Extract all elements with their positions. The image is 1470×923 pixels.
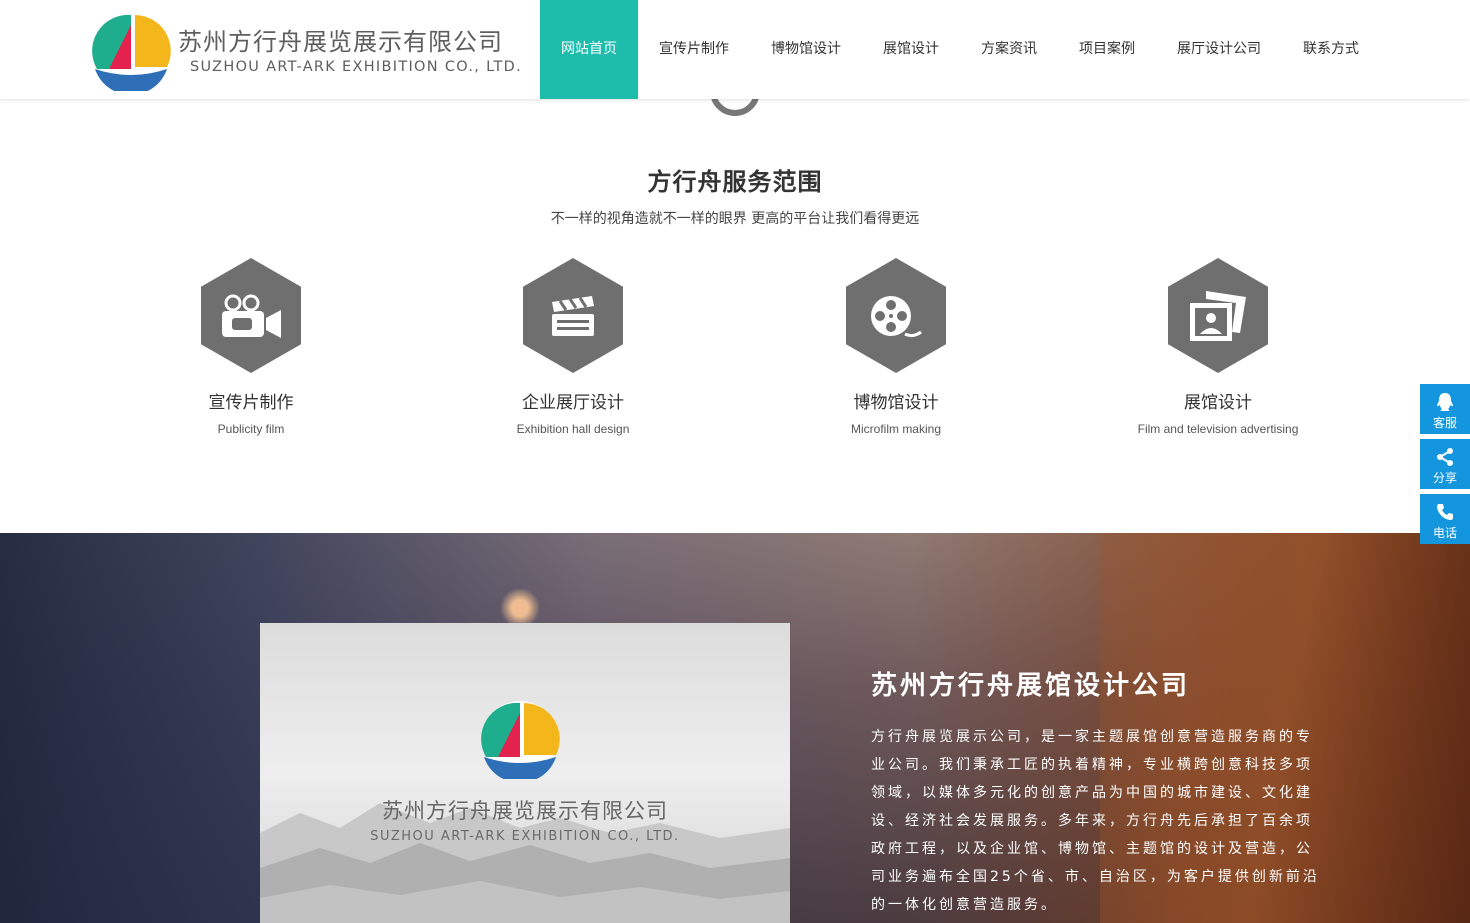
- logo-company-name: 苏州方行舟展览展示有限公司: [178, 28, 503, 56]
- service-card[interactable]: 企业展厅设计 Exhibition hall design: [463, 258, 683, 436]
- site-logo[interactable]: 苏州方行舟展览展示有限公司 SUZHOU ART-ARK EXHIBITION …: [91, 11, 521, 91]
- logo-company-name-en: SUZHOU ART-ARK EXHIBITION CO., LTD.: [190, 59, 523, 75]
- nav-item-contact[interactable]: 联系方式: [1282, 0, 1380, 99]
- qq-icon: [1437, 393, 1453, 411]
- service-subtitle: Exhibition hall design: [516, 422, 630, 436]
- phone-icon: [1437, 504, 1453, 520]
- customer-service-button[interactable]: 客服: [1420, 384, 1470, 434]
- share-label: 分享: [1432, 471, 1457, 485]
- company-video[interactable]: 苏州方行舟展览展示有限公司 SUZHOU ART-ARK EXHIBITION …: [260, 623, 790, 923]
- video-sail-logo-icon: [481, 701, 560, 779]
- film-reel-icon: [871, 295, 922, 337]
- street-lamp-decoration: [470, 533, 570, 633]
- about-title: 苏州方行舟展馆设计公司: [871, 671, 1191, 701]
- video-company-name-en: SUZHOU ART-ARK EXHIBITION CO., LTD.: [370, 829, 680, 844]
- phone-label: 电话: [1432, 526, 1457, 540]
- about-section: 苏州方行舟展览展示有限公司 SUZHOU ART-ARK EXHIBITION …: [0, 533, 1470, 923]
- nav-item-cases[interactable]: 项目案例: [1058, 0, 1156, 99]
- nav-item-news[interactable]: 方案资讯: [960, 0, 1058, 99]
- customer-service-label: 客服: [1432, 416, 1457, 430]
- about-description: 方行舟展览展示公司，是一家主题展馆创意营造服务商的专业公司。我们秉承工匠的执着精…: [871, 729, 1320, 913]
- video-company-name: 苏州方行舟展览展示有限公司: [382, 799, 668, 823]
- service-card[interactable]: 博物馆设计 Microfilm making: [786, 258, 1006, 436]
- nav-item-showroom-company[interactable]: 展厅设计公司: [1156, 0, 1282, 99]
- service-card[interactable]: 宣传片制作 Publicity film: [141, 258, 361, 436]
- service-title: 展馆设计: [1184, 393, 1252, 413]
- video-camera-icon: [222, 294, 281, 338]
- nav-item-promo-video[interactable]: 宣传片制作: [638, 0, 750, 99]
- nav-item-pavilion-design[interactable]: 展馆设计: [862, 0, 960, 99]
- clapperboard-icon: [552, 295, 594, 336]
- service-card[interactable]: 展馆设计 Film and television advertising: [1108, 258, 1328, 436]
- photo-icon: [1190, 290, 1246, 341]
- share-button[interactable]: 分享: [1420, 439, 1470, 489]
- sail-logo-icon: [92, 13, 171, 91]
- service-title: 宣传片制作: [208, 393, 294, 413]
- share-icon: [1437, 448, 1453, 466]
- phone-button[interactable]: 电话: [1420, 494, 1470, 544]
- side-float-bar: 客服 分享 电话: [1420, 384, 1470, 549]
- service-title: 博物馆设计: [853, 393, 939, 413]
- site-header: 苏州方行舟展览展示有限公司 SUZHOU ART-ARK EXHIBITION …: [0, 0, 1470, 99]
- services-subtitle: 不一样的视角造就不一样的眼界 更高的平台让我们看得更远: [550, 211, 920, 227]
- service-subtitle: Film and television advertising: [1137, 422, 1299, 436]
- service-title: 企业展厅设计: [522, 393, 624, 413]
- services-title: 方行舟服务范围: [647, 168, 823, 196]
- service-subtitle: Microfilm making: [850, 422, 941, 436]
- service-subtitle: Publicity film: [217, 422, 285, 436]
- main-nav: 网站首页 宣传片制作 博物馆设计 展馆设计 方案资讯 项目案例 展厅设计公司 联…: [540, 0, 1380, 99]
- nav-item-museum-design[interactable]: 博物馆设计: [750, 0, 862, 99]
- nav-item-home[interactable]: 网站首页: [540, 0, 638, 99]
